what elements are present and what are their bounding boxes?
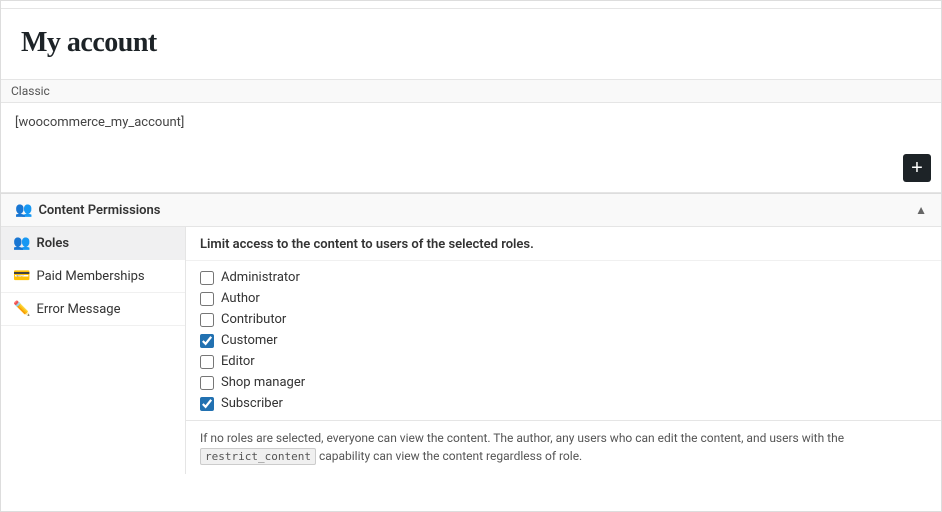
page-title: My account — [21, 27, 921, 59]
sidebar-item-roles-label: Roles — [36, 236, 69, 251]
editor-area[interactable]: [woocommerce_my_account] + — [1, 103, 941, 193]
permissions-footer: If no roles are selected, everyone can v… — [186, 421, 941, 474]
administrator-checkbox[interactable] — [200, 271, 214, 285]
sidebar-item-paid-memberships[interactable]: 💳 Paid Memberships — [1, 260, 185, 293]
list-item: Administrator — [200, 267, 927, 288]
contributor-label: Contributor — [221, 312, 286, 327]
page-wrapper: My account Classic [woocommerce_my_accou… — [0, 0, 942, 512]
author-checkbox[interactable] — [200, 292, 214, 306]
customer-label: Customer — [221, 333, 278, 348]
footer-code: restrict_content — [200, 448, 316, 465]
paid-memberships-icon: 💳 — [13, 268, 30, 284]
permissions-icon: 👥 — [15, 202, 32, 218]
roles-list: Administrator Author Contributor — [186, 261, 941, 420]
sidebar-item-paid-memberships-label: Paid Memberships — [36, 269, 144, 284]
list-item: Author — [200, 288, 927, 309]
toolbar-label: Classic — [11, 84, 50, 98]
sidebar-item-roles[interactable]: 👥 Roles — [1, 227, 185, 260]
collapse-icon: ▲ — [915, 203, 927, 217]
permissions-header-left: 👥 Content Permissions — [15, 202, 160, 218]
permissions-body: 👥 Roles 💳 Paid Memberships ✏️ Error Mess… — [1, 227, 941, 474]
list-item: Shop manager — [200, 372, 927, 393]
content-permissions-panel: 👥 Content Permissions ▲ 👥 Roles 💳 Paid M… — [1, 193, 941, 474]
footer-note-before: If no roles are selected, everyone can v… — [200, 431, 844, 445]
permissions-title: Content Permissions — [38, 203, 160, 218]
permissions-sidebar: 👥 Roles 💳 Paid Memberships ✏️ Error Mess… — [1, 227, 186, 474]
footer-note-after: capability can view the content regardle… — [316, 449, 582, 463]
list-item: Subscriber — [200, 393, 927, 414]
editor-toolbar: Classic — [1, 80, 941, 103]
add-block-button[interactable]: + — [903, 154, 931, 182]
list-item: Editor — [200, 351, 927, 372]
error-message-icon: ✏️ — [13, 301, 30, 317]
subscriber-checkbox[interactable] — [200, 397, 214, 411]
editor-content: [woocommerce_my_account] — [15, 113, 927, 134]
customer-checkbox[interactable] — [200, 334, 214, 348]
contributor-checkbox[interactable] — [200, 313, 214, 327]
top-bar — [1, 1, 941, 9]
author-label: Author — [221, 291, 260, 306]
permissions-header[interactable]: 👥 Content Permissions ▲ — [1, 194, 941, 227]
administrator-label: Administrator — [221, 270, 300, 285]
editor-checkbox[interactable] — [200, 355, 214, 369]
list-item: Customer — [200, 330, 927, 351]
roles-icon: 👥 — [13, 235, 30, 251]
subscriber-label: Subscriber — [221, 396, 283, 411]
shop-manager-checkbox[interactable] — [200, 376, 214, 390]
sidebar-item-error-message-label: Error Message — [36, 302, 120, 317]
shop-manager-label: Shop manager — [221, 375, 305, 390]
permissions-content: Limit access to the content to users of … — [186, 227, 941, 474]
roles-list-wrapper[interactable]: Administrator Author Contributor — [186, 261, 941, 421]
list-item: Contributor — [200, 309, 927, 330]
editor-label: Editor — [221, 354, 255, 369]
sidebar-item-error-message[interactable]: ✏️ Error Message — [1, 293, 185, 326]
permissions-description: Limit access to the content to users of … — [186, 227, 941, 261]
title-area: My account — [1, 9, 941, 80]
